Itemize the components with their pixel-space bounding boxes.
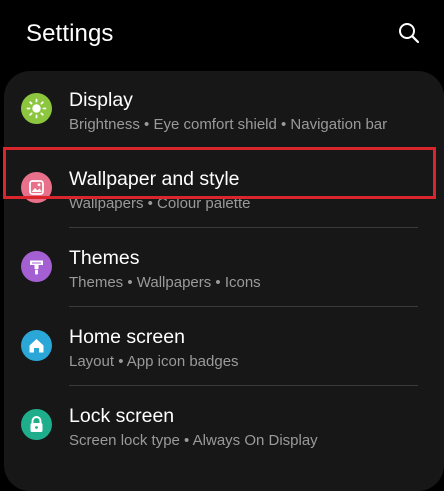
settings-list: Display Brightness • Eye comfort shield … <box>4 71 444 491</box>
settings-item-subtitle: Screen lock type • Always On Display <box>69 432 318 449</box>
settings-item-title: Home screen <box>69 326 185 348</box>
settings-item-wallpaper-and-style[interactable]: Wallpaper and style Wallpapers • Colour … <box>4 150 444 229</box>
settings-item-subtitle: Wallpapers • Colour palette <box>69 195 251 212</box>
settings-item-lock-screen[interactable]: Lock screen Screen lock type • Always On… <box>4 387 444 466</box>
lock-icon <box>21 409 52 440</box>
brush-icon <box>21 251 52 282</box>
search-icon <box>399 23 420 44</box>
divider <box>69 385 418 386</box>
settings-item-subtitle: Brightness • Eye comfort shield • Naviga… <box>69 116 388 133</box>
settings-item-themes[interactable]: Themes Themes • Wallpapers • Icons <box>4 229 444 308</box>
divider <box>69 306 418 307</box>
settings-item-subtitle: Themes • Wallpapers • Icons <box>69 274 261 291</box>
settings-item-title: Lock screen <box>69 405 175 427</box>
image-icon <box>21 172 52 203</box>
settings-item-subtitle: Layout • App icon badges <box>69 353 239 370</box>
home-icon <box>21 330 52 361</box>
search-button[interactable] <box>396 20 422 46</box>
settings-item-title: Display <box>69 89 133 111</box>
divider <box>69 148 418 149</box>
header: Settings <box>0 0 444 70</box>
divider <box>69 227 418 228</box>
page-title: Settings <box>26 20 114 47</box>
settings-item-title: Wallpaper and style <box>69 168 240 190</box>
sun-icon <box>21 93 52 124</box>
settings-item-display[interactable]: Display Brightness • Eye comfort shield … <box>4 71 444 150</box>
settings-item-home-screen[interactable]: Home screen Layout • App icon badges <box>4 308 444 387</box>
settings-item-title: Themes <box>69 247 140 269</box>
